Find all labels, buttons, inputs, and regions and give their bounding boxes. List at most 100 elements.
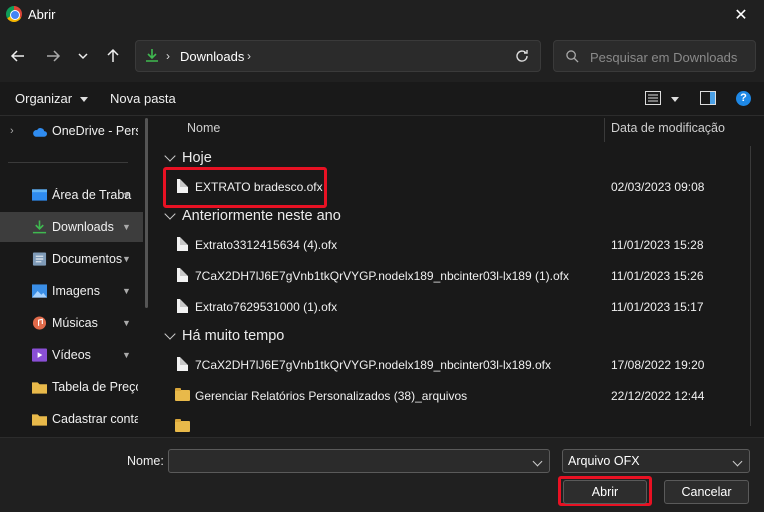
pin-icon: ▼: [122, 350, 131, 360]
sidebar-item-images[interactable]: Imagens ▼: [0, 276, 143, 306]
dialog-footer: Nome: Arquivo OFX Abrir Cancelar: [0, 437, 764, 512]
group-header-this-year[interactable]: Anteriormente neste ano: [164, 208, 341, 224]
chevron-down-icon: [164, 328, 176, 340]
file-date: 02/03/2023 09:08: [611, 180, 705, 194]
pin-icon: ▼: [122, 222, 131, 232]
group-header-long-ago[interactable]: Há muito tempo: [164, 328, 284, 344]
pin-icon: ▼: [122, 286, 131, 296]
file-name: Extrato7629531000 (1).ofx: [195, 300, 338, 314]
chevron-down-icon: [78, 53, 88, 60]
file-type-value: Arquivo OFX: [568, 454, 640, 468]
group-label: Anteriormente neste ano: [182, 208, 341, 224]
breadcrumb-separator[interactable]: ›: [247, 49, 251, 63]
search-input[interactable]: [590, 47, 750, 67]
column-header-date[interactable]: Data de modificação: [611, 121, 725, 135]
organize-label: Organizar: [15, 91, 73, 106]
navigation-pane: › OneDrive - Pers Área de Traba ▼ Downlo…: [0, 116, 155, 437]
list-item[interactable]: 7CaX2DH7lJ6E7gVnb1tkQrVYGP.nodelx189_nbc…: [157, 353, 757, 377]
chevron-right-icon[interactable]: ›: [10, 125, 14, 137]
file-name: 7CaX2DH7lJ6E7gVnb1tkQrVYGP.nodelx189_nbc…: [195, 269, 569, 283]
list-item[interactable]: Extrato3312415634 (4).ofx 11/01/2023 15:…: [157, 233, 757, 257]
group-label: Hoje: [182, 150, 212, 166]
music-icon: [32, 316, 47, 330]
new-folder-button[interactable]: Nova pasta: [110, 91, 176, 106]
refresh-icon[interactable]: [514, 48, 530, 64]
chevron-down-icon: [164, 150, 176, 162]
breadcrumb-separator[interactable]: ›: [166, 49, 170, 63]
sidebar-item-music[interactable]: Músicas ▼: [0, 308, 143, 338]
sidebar-item-price-table[interactable]: Tabela de Preços: [0, 372, 143, 402]
desktop-icon: [32, 189, 47, 201]
navigation-bar: › Downloads ›: [0, 30, 764, 82]
sidebar-divider: [8, 162, 128, 163]
preview-pane-icon[interactable]: [700, 91, 716, 105]
sidebar-item-documents[interactable]: Documentos ▼: [0, 244, 143, 274]
file-name: 7CaX2DH7lJ6E7gVnb1tkQrVYGP.nodelx189_nbc…: [195, 358, 551, 372]
download-icon: [32, 220, 47, 234]
file-date: 17/08/2022 19:20: [611, 358, 705, 372]
list-item[interactable]: Extrato7629531000 (1).ofx 11/01/2023 15:…: [157, 295, 757, 319]
folder-icon: [32, 382, 47, 394]
file-icon: [177, 237, 188, 251]
download-icon: [146, 49, 158, 62]
recent-locations-button[interactable]: [70, 43, 96, 69]
file-date: 11/01/2023 15:28: [611, 238, 704, 252]
address-bar[interactable]: › Downloads ›: [135, 40, 541, 72]
folder-icon: [32, 414, 47, 426]
organize-menu[interactable]: Organizar: [15, 91, 89, 106]
file-name: Extrato3312415634 (4).ofx: [195, 238, 338, 252]
sidebar-item-register-account[interactable]: Cadastrar conta: [0, 404, 143, 434]
file-name-input[interactable]: [169, 450, 519, 472]
sidebar-item-videos[interactable]: Vídeos ▼: [0, 340, 143, 370]
arrow-right-icon: [47, 50, 61, 62]
list-view-icon[interactable]: [645, 91, 661, 105]
pin-icon: ▼: [122, 254, 131, 264]
sidebar-item-downloads[interactable]: Downloads ▼: [0, 212, 143, 242]
back-button[interactable]: [5, 43, 31, 69]
file-name-label: Nome:: [127, 454, 164, 468]
forward-button[interactable]: [40, 43, 66, 69]
chevron-down-icon[interactable]: [532, 456, 543, 467]
list-item[interactable]: Gerenciar Relatórios Personalizados (38)…: [157, 384, 757, 408]
image-icon: [32, 284, 47, 298]
file-name: Gerenciar Relatórios Personalizados (38)…: [195, 389, 468, 403]
open-button[interactable]: Abrir: [563, 480, 647, 504]
column-header-name[interactable]: Nome: [187, 121, 220, 135]
file-list-scrollbar[interactable]: [750, 146, 751, 426]
sidebar-item-desktop[interactable]: Área de Traba ▼: [0, 180, 143, 210]
up-button[interactable]: [100, 43, 126, 69]
sidebar-scrollbar[interactable]: [145, 118, 148, 308]
chevron-down-icon: [732, 456, 743, 467]
file-type-select[interactable]: Arquivo OFX: [562, 449, 750, 473]
highlight-annotation: [163, 167, 327, 208]
file-name-combobox[interactable]: [168, 449, 550, 473]
sidebar-item-label: Cadastrar conta: [52, 412, 138, 426]
search-box[interactable]: [553, 40, 756, 72]
file-date: 22/12/2022 12:44: [611, 389, 705, 403]
cancel-button[interactable]: Cancelar: [664, 480, 749, 504]
breadcrumb-downloads[interactable]: Downloads: [180, 49, 244, 64]
file-icon: [177, 299, 188, 313]
close-icon: ✕: [734, 7, 748, 24]
column-separator[interactable]: [604, 118, 605, 142]
window-title: Abrir: [28, 7, 56, 22]
list-item[interactable]: 7CaX2DH7lJ6E7gVnb1tkQrVYGP.nodelx189_nbc…: [157, 264, 757, 288]
view-options-caret-icon[interactable]: [671, 97, 679, 102]
title-bar: Abrir ✕: [0, 0, 764, 30]
arrow-left-icon: [10, 50, 24, 62]
file-list: Nome Data de modificação Hoje EXTRATO br…: [157, 116, 764, 437]
group-header-today[interactable]: Hoje: [164, 150, 212, 166]
group-label: Há muito tempo: [182, 328, 285, 344]
chevron-down-icon: [164, 208, 176, 220]
file-icon: [177, 268, 188, 282]
video-icon: [32, 348, 47, 362]
list-item-partial[interactable]: [157, 415, 757, 437]
document-icon: [32, 252, 47, 266]
close-button[interactable]: ✕: [718, 0, 764, 30]
pin-icon: ▼: [122, 318, 131, 328]
folder-icon: [175, 419, 190, 432]
sidebar-item-label: OneDrive - Pers: [52, 124, 138, 138]
cloud-icon: [33, 128, 47, 137]
help-icon[interactable]: ?: [736, 91, 751, 106]
sidebar-item-onedrive[interactable]: › OneDrive - Pers: [0, 116, 143, 146]
